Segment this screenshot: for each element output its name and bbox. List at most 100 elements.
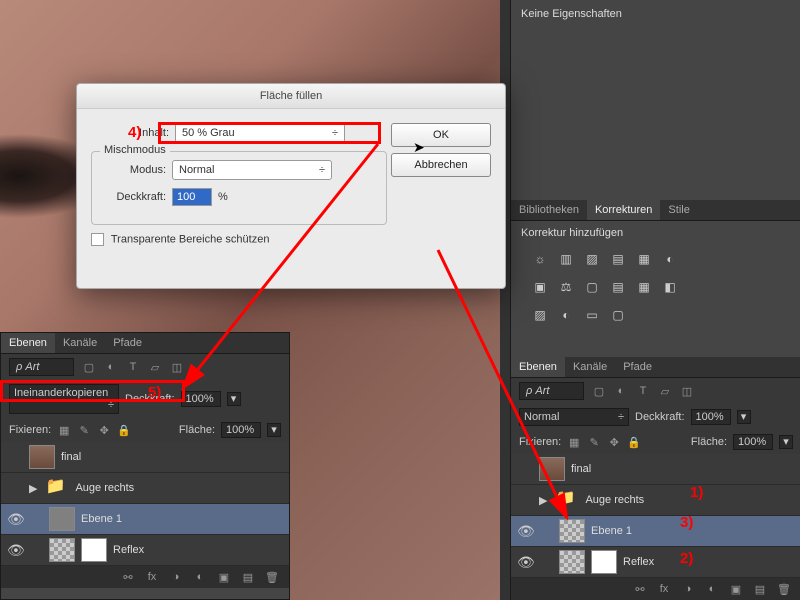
tab-pfade-left[interactable]: Pfade	[105, 333, 150, 353]
layer-ebene1-right[interactable]: 👁 Ebene 1	[511, 516, 800, 547]
tab-korrekturen[interactable]: Korrekturen	[587, 200, 660, 220]
levels-icon[interactable]: ▥	[557, 251, 575, 267]
fill-arrow-left[interactable]: ▾	[267, 423, 281, 437]
balance-icon[interactable]: ⚖	[557, 279, 575, 295]
filter-image-icon[interactable]: ▢	[592, 384, 606, 398]
gradient-map-icon[interactable]: ▭	[583, 307, 601, 323]
fill-value-left[interactable]: 100%	[221, 422, 261, 438]
filter-text-icon[interactable]: T	[636, 384, 650, 398]
layer-name-reflex: Reflex	[113, 544, 144, 556]
trash-icon[interactable]: 🗑	[265, 570, 279, 584]
opacity-arrow-left[interactable]: ▾	[227, 392, 241, 406]
lock-all-icon[interactable]: 🔒	[627, 435, 641, 449]
mode-dropdown[interactable]: Normal÷	[172, 160, 332, 180]
filter-text-icon[interactable]: T	[126, 360, 140, 374]
lock-move-icon[interactable]: ✥	[607, 435, 621, 449]
fill-value-right[interactable]: 100%	[733, 434, 773, 450]
kind-filter-left[interactable]: ρ Art	[9, 358, 74, 376]
lock-all-icon[interactable]: 🔒	[117, 423, 131, 437]
trash-icon[interactable]: 🗑	[777, 582, 791, 596]
vibrance-icon[interactable]: ▦	[635, 251, 653, 267]
disclosure-icon[interactable]: ▶	[539, 494, 547, 507]
filter-adj-icon[interactable]: ◐	[104, 360, 118, 374]
kind-filter-right[interactable]: ρ Art	[519, 382, 584, 400]
bw-icon[interactable]: ▣	[531, 279, 549, 295]
disclosure-icon[interactable]: ▶	[29, 482, 37, 495]
photo-filter-icon[interactable]: ▢	[583, 279, 601, 295]
layer-group-auge-left[interactable]: ▶ Auge rechts	[1, 473, 289, 504]
left-layers-tabs: Ebenen Kanäle Pfade	[1, 333, 289, 354]
filter-smart-icon[interactable]: ◫	[170, 360, 184, 374]
tab-kanaele-left[interactable]: Kanäle	[55, 333, 105, 353]
filter-shape-icon[interactable]: ▱	[658, 384, 672, 398]
filter-adj-icon[interactable]: ◐	[614, 384, 628, 398]
lut-icon[interactable]: ▦	[635, 279, 653, 295]
layer-reflex-left[interactable]: 👁 Reflex	[1, 535, 289, 566]
hue-icon[interactable]: ◐	[661, 251, 679, 267]
preserve-transparency-checkbox[interactable]	[91, 233, 104, 246]
fill-arrow-right[interactable]: ▾	[779, 435, 793, 449]
lock-trans-icon[interactable]: ▦	[567, 435, 581, 449]
visibility-icon[interactable]: 👁	[517, 523, 533, 540]
fill-label-right: Fläche:	[691, 436, 727, 448]
lock-move-icon[interactable]: ✥	[97, 423, 111, 437]
layer-group-auge-right[interactable]: ▶ Auge rechts	[511, 485, 800, 516]
tab-ebenen-left[interactable]: Ebenen	[1, 333, 55, 353]
opacity-arrow-right[interactable]: ▾	[737, 410, 751, 424]
tab-pfade-right[interactable]: Pfade	[615, 357, 660, 377]
visibility-icon[interactable]: 👁	[7, 542, 23, 559]
posterize-icon[interactable]: ▨	[531, 307, 549, 323]
cancel-button[interactable]: Abbrechen	[391, 153, 491, 177]
filter-shape-icon[interactable]: ▱	[148, 360, 162, 374]
adjustments-row3: ▨ ◐ ▭ ▢	[511, 301, 800, 329]
brightness-icon[interactable]: ☼	[531, 251, 549, 267]
selective-color-icon[interactable]: ▢	[609, 307, 627, 323]
layer-final-left[interactable]: final	[1, 442, 289, 473]
blend-legend: Mischmodus	[100, 144, 170, 156]
ok-button[interactable]: OK	[391, 123, 491, 147]
fx-icon[interactable]: fx	[657, 582, 671, 596]
annotation-1: 1)	[690, 484, 703, 501]
annotation-5: 5)	[148, 384, 161, 401]
lock-paint-icon[interactable]: ✎	[587, 435, 601, 449]
exposure-icon[interactable]: ▤	[609, 251, 627, 267]
blend-mode-left[interactable]: Ineinanderkopieren ÷	[9, 384, 119, 414]
tab-bibliotheken[interactable]: Bibliotheken	[511, 200, 587, 220]
visibility-icon[interactable]: 👁	[517, 554, 533, 571]
tab-ebenen-right[interactable]: Ebenen	[511, 357, 565, 377]
adj-icon[interactable]: ◐	[705, 582, 719, 596]
opacity-value-left[interactable]: 100%	[181, 391, 221, 407]
new-layer-icon[interactable]: ▤	[753, 582, 767, 596]
filter-image-icon[interactable]: ▢	[82, 360, 96, 374]
invert-icon[interactable]: ◧	[661, 279, 679, 295]
tab-kanaele-right[interactable]: Kanäle	[565, 357, 615, 377]
link-icon[interactable]: ⚯	[633, 582, 647, 596]
curves-icon[interactable]: ▨	[583, 251, 601, 267]
threshold-icon[interactable]: ◐	[557, 307, 575, 323]
blend-mode-right[interactable]: Normal ÷	[519, 408, 629, 426]
opacity-input[interactable]	[172, 188, 212, 206]
fx-icon[interactable]: fx	[145, 570, 159, 584]
link-icon[interactable]: ⚯	[121, 570, 135, 584]
group-icon[interactable]: ▣	[217, 570, 231, 584]
new-layer-icon[interactable]: ▤	[241, 570, 255, 584]
layer-final-right[interactable]: final	[511, 454, 800, 485]
preserve-transparency-label: Transparente Bereiche schützen	[111, 233, 270, 245]
filter-smart-icon[interactable]: ◫	[680, 384, 694, 398]
mixer-icon[interactable]: ▤	[609, 279, 627, 295]
mask-icon[interactable]: ◑	[681, 582, 695, 596]
layer-ebene1-left[interactable]: 👁 Ebene 1	[1, 504, 289, 535]
lock-paint-icon[interactable]: ✎	[77, 423, 91, 437]
tab-stile[interactable]: Stile	[660, 200, 697, 220]
content-dropdown[interactable]: 50 % Grau÷	[175, 123, 345, 143]
visibility-icon[interactable]: 👁	[7, 511, 23, 528]
add-adjustment-label: Korrektur hinzufügen	[511, 221, 800, 245]
layer-reflex-right[interactable]: 👁 Reflex	[511, 547, 800, 578]
adjustments-row2: ▣ ⚖ ▢ ▤ ▦ ◧	[511, 273, 800, 301]
lock-trans-icon[interactable]: ▦	[57, 423, 71, 437]
lock-label-left: Fixieren:	[9, 424, 51, 436]
mask-icon[interactable]: ◑	[169, 570, 183, 584]
adj-icon[interactable]: ◐	[193, 570, 207, 584]
opacity-value-right[interactable]: 100%	[691, 409, 731, 425]
group-icon[interactable]: ▣	[729, 582, 743, 596]
